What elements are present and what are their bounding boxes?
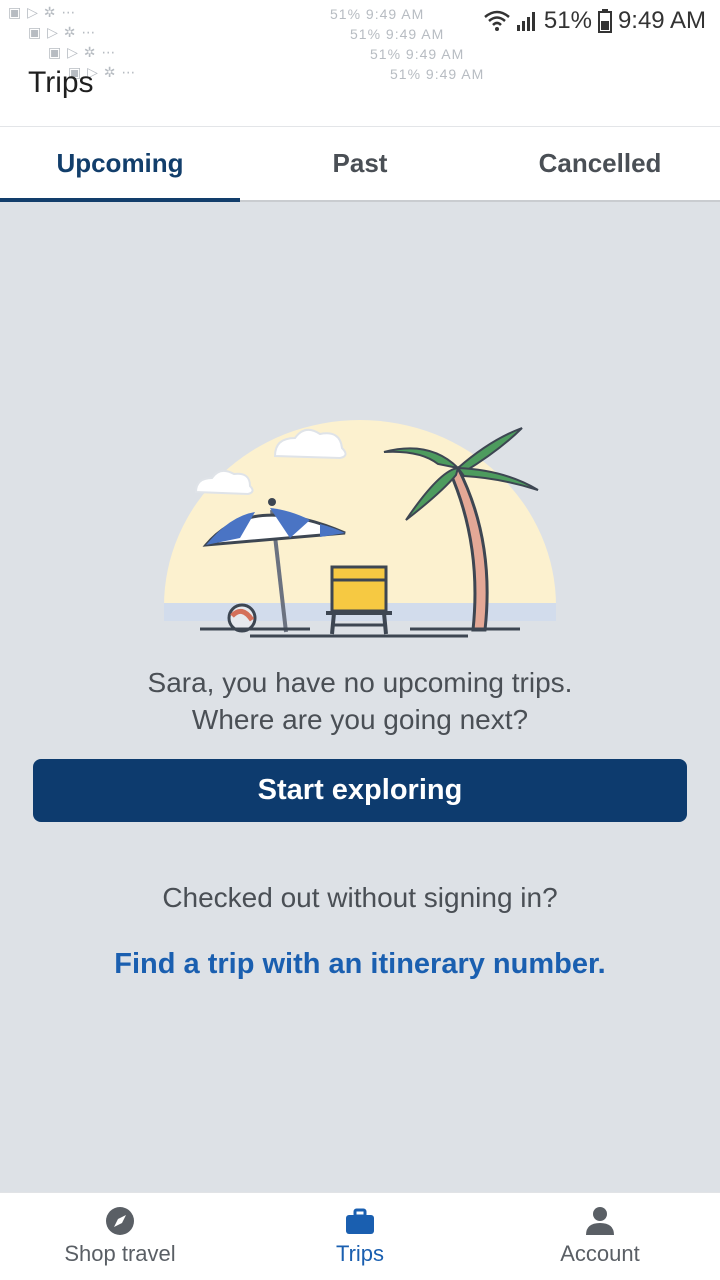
clock: 9:49 AM — [617, 7, 706, 34]
beach-ball-icon — [227, 603, 257, 633]
tab-upcoming[interactable]: Upcoming — [0, 127, 240, 202]
status-indicators: 51% 9:49 AM — [484, 6, 706, 36]
battery-percent: 51% — [543, 7, 592, 34]
beach-chair-icon — [326, 565, 392, 635]
guest-checkout-question: Checked out without signing in? — [162, 882, 558, 913]
battery-icon — [597, 9, 612, 33]
start-exploring-button[interactable]: Start exploring — [33, 759, 687, 822]
ghost-notification-icons: ▣ ▷ ✲ ⋯ — [48, 44, 117, 60]
ghost-status-text: 51% 9:49 AM — [370, 46, 465, 62]
empty-message-line2: Where are you going next? — [191, 704, 529, 735]
nav-trips[interactable]: Trips — [240, 1193, 480, 1280]
nav-label: Shop travel — [64, 1241, 176, 1266]
status-bar: ▣ ▷ ✲ ⋯ ▣ ▷ ✲ ⋯ ▣ ▷ ✲ ⋯ ▣ ▷ ✲ ⋯ 51% 9:49… — [0, 0, 720, 82]
page-title: Trips — [28, 66, 94, 99]
briefcase-icon — [346, 1208, 374, 1234]
nav-label: Trips — [335, 1241, 385, 1266]
tab-cancelled[interactable]: Cancelled — [480, 127, 720, 200]
find-trip-link[interactable]: Find a trip with an itinerary number. — [0, 948, 720, 981]
empty-message-line1: Sara, you have no upcoming trips. — [147, 667, 573, 698]
ghost-status-text: 51% 9:49 AM — [330, 6, 425, 22]
compass-icon — [106, 1207, 134, 1235]
beach-illustration — [164, 420, 556, 638]
ghost-notification-icons: ▣ ▷ ✲ ⋯ — [8, 4, 77, 20]
tab-past[interactable]: Past — [240, 127, 480, 200]
signal-icon — [516, 12, 535, 31]
ghost-status-text: 51% 9:49 AM — [390, 66, 485, 82]
wifi-icon — [484, 10, 510, 31]
app-header: ▣ ▷ ✲ ⋯ ▣ ▷ ✲ ⋯ ▣ ▷ ✲ ⋯ ▣ ▷ ✲ ⋯ 51% 9:49… — [0, 0, 720, 126]
nav-shop-travel[interactable]: Shop travel — [0, 1193, 240, 1280]
ghost-notification-icons: ▣ ▷ ✲ ⋯ — [28, 24, 97, 40]
person-icon — [586, 1207, 614, 1235]
bottom-navigation: Shop travel Trips Account — [0, 1192, 720, 1280]
nav-label: Account — [560, 1241, 640, 1266]
ghost-status-text: 51% 9:49 AM — [350, 26, 445, 42]
nav-account[interactable]: Account — [480, 1193, 720, 1280]
trip-tabs: Upcoming Past Cancelled — [0, 126, 720, 202]
